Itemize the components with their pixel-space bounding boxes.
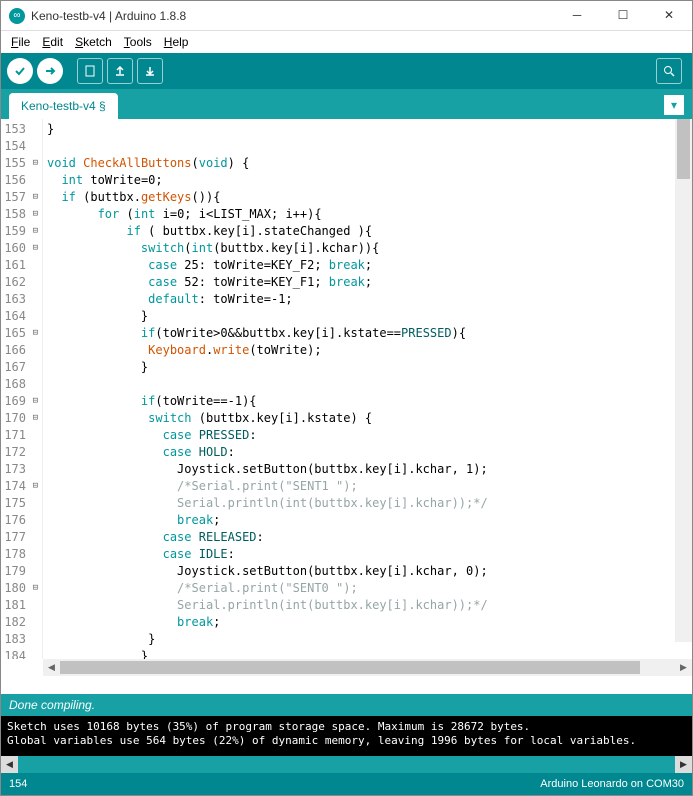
new-button[interactable] — [77, 58, 103, 84]
menu-tools[interactable]: Tools — [118, 33, 158, 51]
scroll-left-icon[interactable]: ◀ — [1, 756, 18, 773]
console-scrollbar[interactable]: ◀ ▶ — [1, 756, 692, 773]
toolbar — [1, 53, 692, 89]
horizontal-scrollbar[interactable]: ◀ ▶ — [43, 659, 692, 676]
menu-sketch[interactable]: Sketch — [69, 33, 118, 51]
code-area[interactable]: 153 154 155⊟156 157⊟158⊟159⊟160⊟161 162 … — [1, 119, 692, 659]
editor: 153 154 155⊟156 157⊟158⊟159⊟160⊟161 162 … — [1, 119, 692, 694]
board-port: Arduino Leonardo on COM30 — [540, 778, 684, 790]
menu-edit[interactable]: Edit — [36, 33, 69, 51]
verify-button[interactable] — [7, 58, 33, 84]
output-console[interactable]: Sketch uses 10168 bytes (35%) of program… — [1, 716, 692, 756]
minimize-button[interactable]: ─ — [554, 1, 600, 31]
vertical-scrollbar[interactable] — [675, 119, 692, 642]
tab-menu-button[interactable]: ▾ — [664, 95, 684, 115]
tab-bar: Keno-testb-v4 § ▾ — [1, 89, 692, 119]
status-bar: 154 Arduino Leonardo on COM30 — [1, 773, 692, 795]
save-button[interactable] — [137, 58, 163, 84]
serial-monitor-button[interactable] — [656, 58, 682, 84]
scroll-left-icon[interactable]: ◀ — [43, 659, 60, 676]
window-title: Keno-testb-v4 | Arduino 1.8.8 — [31, 9, 554, 23]
app-icon — [9, 8, 25, 24]
close-button[interactable]: ✕ — [646, 1, 692, 31]
title-bar: Keno-testb-v4 | Arduino 1.8.8 ─ ☐ ✕ — [1, 1, 692, 31]
scroll-right-icon[interactable]: ▶ — [675, 756, 692, 773]
tab-sketch[interactable]: Keno-testb-v4 § — [9, 93, 118, 119]
open-button[interactable] — [107, 58, 133, 84]
scroll-right-icon[interactable]: ▶ — [675, 659, 692, 676]
menu-bar: File Edit Sketch Tools Help — [1, 31, 692, 53]
scroll-thumb[interactable] — [677, 119, 690, 179]
code-content[interactable]: } void CheckAllButtons(void) { int toWri… — [43, 119, 692, 659]
console-line: Global variables use 564 bytes (22%) of … — [7, 734, 686, 748]
compile-status: Done compiling. — [1, 694, 692, 716]
maximize-button[interactable]: ☐ — [600, 1, 646, 31]
menu-file[interactable]: File — [5, 33, 36, 51]
scroll-thumb-h[interactable] — [60, 661, 640, 674]
console-line: Sketch uses 10168 bytes (35%) of program… — [7, 720, 686, 734]
menu-help[interactable]: Help — [158, 33, 195, 51]
cursor-line: 154 — [9, 778, 27, 790]
line-gutter: 153 154 155⊟156 157⊟158⊟159⊟160⊟161 162 … — [1, 119, 43, 659]
upload-button[interactable] — [37, 58, 63, 84]
